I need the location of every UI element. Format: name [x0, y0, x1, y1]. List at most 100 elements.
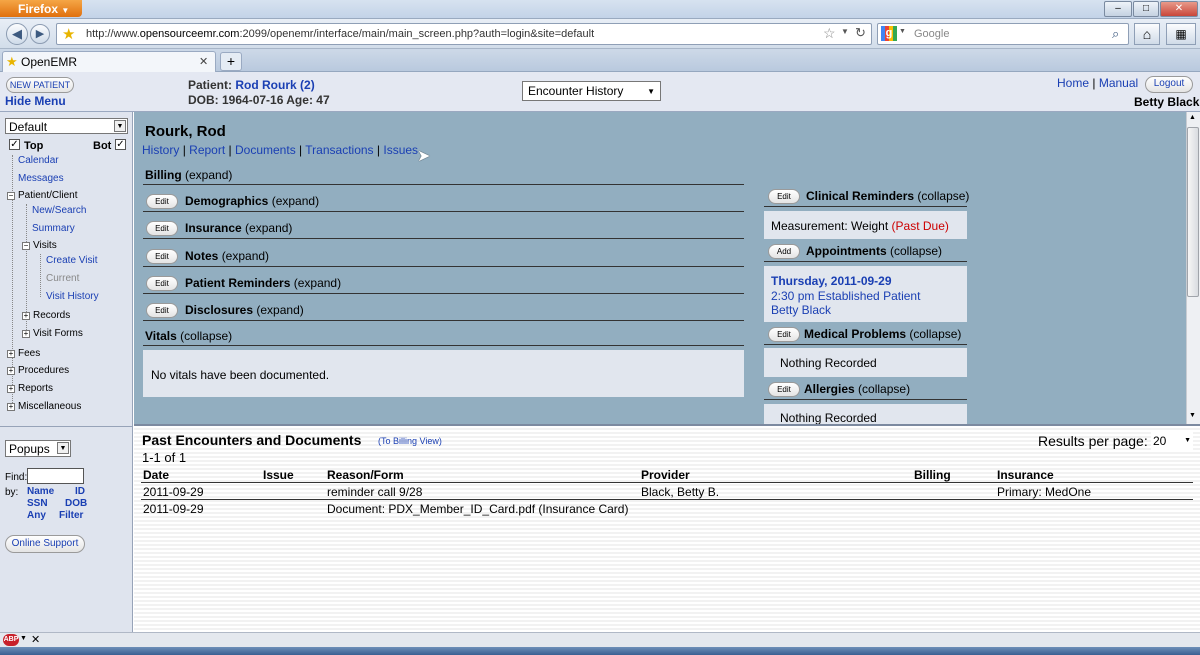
chevron-down-icon[interactable]: ▼: [20, 635, 27, 642]
clinical-reminders-section[interactable]: Clinical Reminders (collapse): [806, 189, 969, 203]
medical-problems-section[interactable]: Medical Problems (collapse): [804, 327, 961, 341]
popups-select[interactable]: Popups ▼: [5, 440, 71, 457]
top-checkbox[interactable]: ✓: [9, 139, 20, 150]
appointments-add-button[interactable]: Add: [768, 244, 800, 259]
nav-create-visit[interactable]: Create Visit: [46, 255, 98, 266]
nav-visit-history[interactable]: Visit History: [46, 291, 99, 302]
reload-icon[interactable]: ↻: [855, 25, 866, 41]
appointments-section[interactable]: Appointments (collapse): [806, 244, 942, 258]
frame-select[interactable]: Default ▼: [5, 118, 128, 134]
toolbar-extension-button[interactable]: ▦: [1166, 23, 1196, 45]
nav-summary[interactable]: Summary: [32, 223, 75, 234]
disclosures-section[interactable]: Disclosures (expand): [185, 303, 304, 317]
demographics-section[interactable]: Demographics (expand): [185, 194, 319, 208]
expand-icon[interactable]: +: [7, 350, 15, 358]
nav-new-search[interactable]: New/Search: [32, 205, 86, 216]
collapse-icon[interactable]: −: [7, 192, 15, 200]
patient-reminders-edit-button[interactable]: Edit: [146, 276, 178, 291]
window-close-button[interactable]: ✕: [1160, 1, 1198, 17]
patient-name-link[interactable]: Rod Rourk (2): [235, 78, 314, 92]
appointment-provider-link[interactable]: Betty Black: [771, 303, 831, 317]
table-row[interactable]: 2011-09-29 Document: PDX_Member_ID_Card.…: [141, 500, 1193, 516]
appointment-time-link[interactable]: 2:30 pm Established Patient: [771, 289, 920, 303]
collapse-icon[interactable]: −: [22, 242, 30, 250]
find-by-name[interactable]: Name: [27, 486, 54, 497]
logout-button[interactable]: Logout: [1145, 76, 1193, 93]
insurance-section[interactable]: Insurance (expand): [185, 221, 292, 235]
adblock-icon[interactable]: ABP: [3, 634, 19, 646]
find-by-id[interactable]: ID: [75, 486, 85, 497]
insurance-edit-button[interactable]: Edit: [146, 221, 178, 236]
online-support-button[interactable]: Online Support: [5, 535, 85, 553]
back-button[interactable]: ◀: [6, 23, 28, 45]
issues-link[interactable]: Issues: [383, 143, 418, 157]
notes-edit-button[interactable]: Edit: [146, 249, 178, 264]
nav-procedures[interactable]: Procedures: [18, 365, 69, 376]
allergies-edit-button[interactable]: Edit: [768, 382, 800, 397]
manual-link[interactable]: Manual: [1099, 76, 1138, 90]
find-by-ssn[interactable]: SSN: [27, 498, 48, 509]
medical-problems-edit-button[interactable]: Edit: [768, 327, 800, 342]
hide-menu-link[interactable]: Hide Menu: [5, 94, 66, 108]
minimize-button[interactable]: –: [1104, 1, 1132, 17]
new-tab-button[interactable]: +: [220, 52, 242, 71]
home-link[interactable]: Home: [1057, 76, 1089, 90]
nav-patient-client[interactable]: Patient/Client: [18, 190, 77, 201]
nav-records[interactable]: Records: [33, 310, 70, 321]
chevron-up-icon[interactable]: ▲: [1189, 114, 1196, 121]
nav-calendar[interactable]: Calendar: [18, 155, 59, 166]
firefox-menu-button[interactable]: Firefox ▼: [0, 0, 82, 17]
report-link[interactable]: Report: [189, 143, 225, 157]
table-row[interactable]: 2011-09-29 reminder call 9/28 Black, Bet…: [141, 483, 1193, 499]
chevron-down-icon[interactable]: ▼: [899, 28, 906, 35]
bot-checkbox[interactable]: ✓: [115, 139, 126, 150]
expand-icon[interactable]: +: [22, 330, 30, 338]
close-icon[interactable]: ✕: [31, 633, 40, 646]
search-input[interactable]: g ▼ Google ⌕: [877, 23, 1129, 45]
star-outline-icon[interactable]: ☆: [823, 25, 836, 42]
magnifier-icon[interactable]: ⌕: [1112, 26, 1119, 42]
expand-icon[interactable]: +: [7, 403, 15, 411]
notes-section[interactable]: Notes (expand): [185, 249, 269, 263]
nav-visit-forms[interactable]: Visit Forms: [33, 328, 83, 339]
nav-current: Current: [46, 273, 80, 284]
demographics-edit-button[interactable]: Edit: [146, 194, 178, 209]
clinical-reminders-edit-button[interactable]: Edit: [768, 189, 800, 204]
maximize-button[interactable]: □: [1133, 1, 1159, 17]
appointment-date-link[interactable]: Thursday, 2011-09-29: [771, 274, 892, 288]
home-button[interactable]: ⌂: [1134, 23, 1160, 45]
find-by-dob[interactable]: DOB: [65, 498, 87, 509]
encounter-select[interactable]: Encounter History ▼: [522, 81, 661, 101]
new-patient-button[interactable]: NEW PATIENT: [6, 77, 74, 93]
find-by-any[interactable]: Any: [27, 510, 46, 521]
forward-button[interactable]: ▶: [30, 24, 50, 44]
history-link[interactable]: History: [142, 143, 179, 157]
nav-messages[interactable]: Messages: [18, 173, 64, 184]
expand-icon[interactable]: +: [7, 367, 15, 375]
results-per-page-select[interactable]: 20 ▼: [1151, 432, 1193, 450]
disclosures-edit-button[interactable]: Edit: [146, 303, 178, 318]
url-bar[interactable]: ★ http://www.opensourceemr.com:2099/open…: [56, 23, 872, 45]
patient-reminders-section[interactable]: Patient Reminders (expand): [185, 276, 341, 290]
chevron-down-icon[interactable]: ▼: [1189, 412, 1196, 419]
find-filter[interactable]: Filter: [59, 510, 83, 521]
allergies-section[interactable]: Allergies (collapse): [804, 382, 910, 396]
tab-openemr[interactable]: ★ OpenEMR ✕: [2, 51, 216, 72]
expand-icon[interactable]: +: [7, 385, 15, 393]
nav-miscellaneous[interactable]: Miscellaneous: [18, 401, 81, 412]
find-input[interactable]: [27, 468, 84, 484]
chevron-down-icon[interactable]: ▼: [841, 27, 849, 36]
nav-fees[interactable]: Fees: [18, 348, 40, 359]
star-bookmark-icon[interactable]: ★: [62, 25, 75, 43]
billing-section[interactable]: Billing (expand): [145, 168, 232, 182]
summary-scrollbar-thumb[interactable]: [1187, 127, 1199, 297]
vitals-section[interactable]: Vitals (collapse): [145, 329, 232, 343]
row-insurance: Primary: MedOne: [997, 485, 1092, 499]
nav-reports[interactable]: Reports: [18, 383, 53, 394]
close-icon[interactable]: ✕: [199, 55, 208, 68]
expand-icon[interactable]: +: [22, 312, 30, 320]
billing-view-link[interactable]: (To Billing View): [378, 436, 442, 446]
documents-link[interactable]: Documents: [235, 143, 296, 157]
transactions-link[interactable]: Transactions: [305, 143, 373, 157]
nav-visits[interactable]: Visits: [33, 240, 57, 251]
